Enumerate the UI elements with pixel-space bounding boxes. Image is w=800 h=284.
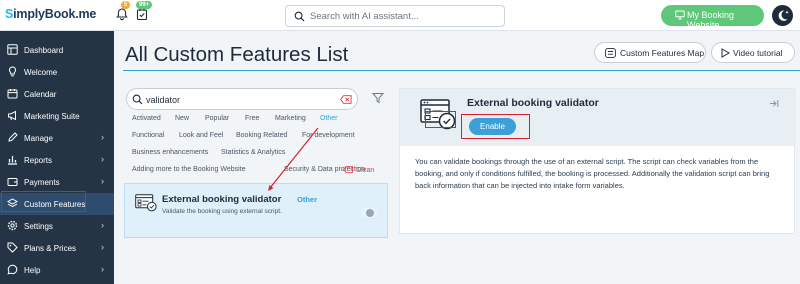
annotation-arrow [268,127,319,191]
